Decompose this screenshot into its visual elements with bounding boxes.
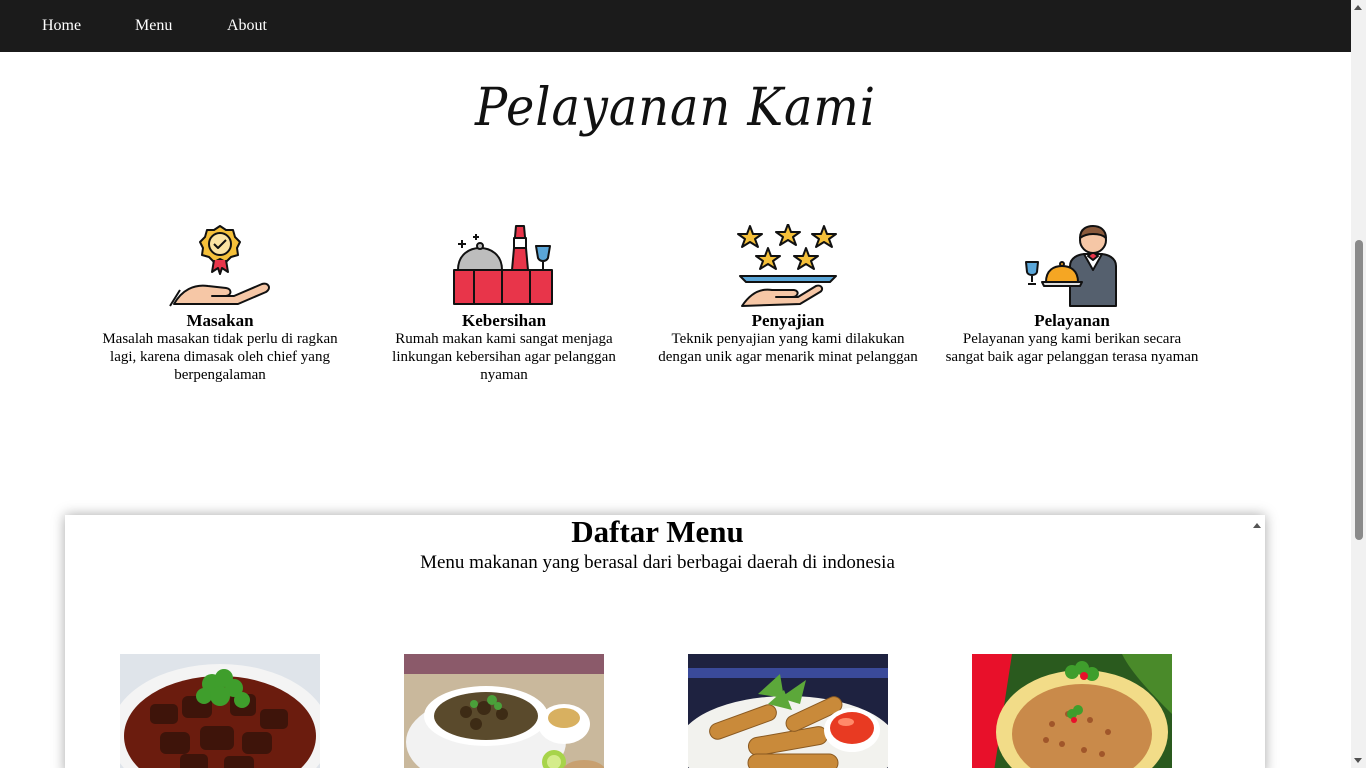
service-title: Kebersihan bbox=[461, 311, 547, 330]
scroll-up-arrow-icon[interactable] bbox=[1354, 5, 1362, 10]
service-card-penyajian: Penyajian Teknik penyajian yang kami dil… bbox=[658, 224, 918, 366]
service-card-kebersihan: Kebersihan Rumah makan kami sangat menja… bbox=[374, 224, 634, 384]
service-description: Masalah masakan tidak perlu di ragkan la… bbox=[102, 331, 338, 383]
service-description: Rumah makan kami sangat menjaga linkunga… bbox=[392, 331, 616, 383]
service-description: Pelayanan yang kami berikan secara sanga… bbox=[945, 331, 1199, 365]
nav-about-link[interactable]: About bbox=[227, 16, 267, 36]
top-navbar: Home Menu About bbox=[0, 0, 1351, 52]
service-title: Masakan bbox=[186, 311, 254, 330]
nav-home-link[interactable]: Home bbox=[42, 16, 81, 36]
menu-item-image[interactable] bbox=[688, 654, 888, 768]
award-hand-icon bbox=[169, 225, 270, 307]
service-card-pelayanan: Pelayanan Pelayanan yang kami berikan se… bbox=[942, 224, 1202, 366]
service-title: Pelayanan bbox=[1034, 311, 1110, 330]
dining-table-icon bbox=[453, 225, 553, 305]
menu-panel: Daftar Menu Menu makanan yang berasal da… bbox=[65, 515, 1265, 768]
menu-subtitle: Menu makanan yang berasal dari berbagai … bbox=[420, 552, 895, 573]
service-title: Penyajian bbox=[751, 311, 825, 330]
waiter-icon bbox=[1025, 225, 1117, 307]
menu-item-image[interactable] bbox=[404, 654, 604, 768]
food-photo-beef bbox=[120, 654, 320, 768]
panel-scroll-up-arrow-icon[interactable] bbox=[1253, 523, 1261, 528]
food-photo-martabak bbox=[972, 654, 1172, 768]
services-title: Pelayanan Kami bbox=[475, 78, 876, 138]
service-card-masakan: Masakan Masalah masakan tidak perlu di r… bbox=[90, 224, 350, 384]
scrollbar-thumb[interactable] bbox=[1355, 240, 1363, 540]
page-scrollbar[interactable] bbox=[1351, 0, 1366, 768]
menu-title: Daftar Menu bbox=[571, 515, 744, 549]
food-photo-springrolls bbox=[688, 654, 888, 768]
stars-tray-icon bbox=[737, 224, 837, 307]
scroll-down-arrow-icon[interactable] bbox=[1354, 758, 1362, 763]
nav-menu-link[interactable]: Menu bbox=[135, 16, 172, 36]
service-description: Teknik penyajian yang kami dilakukan den… bbox=[658, 331, 918, 365]
menu-item-image[interactable] bbox=[972, 654, 1172, 768]
food-photo-soup bbox=[404, 654, 604, 768]
menu-item-image[interactable] bbox=[120, 654, 320, 768]
